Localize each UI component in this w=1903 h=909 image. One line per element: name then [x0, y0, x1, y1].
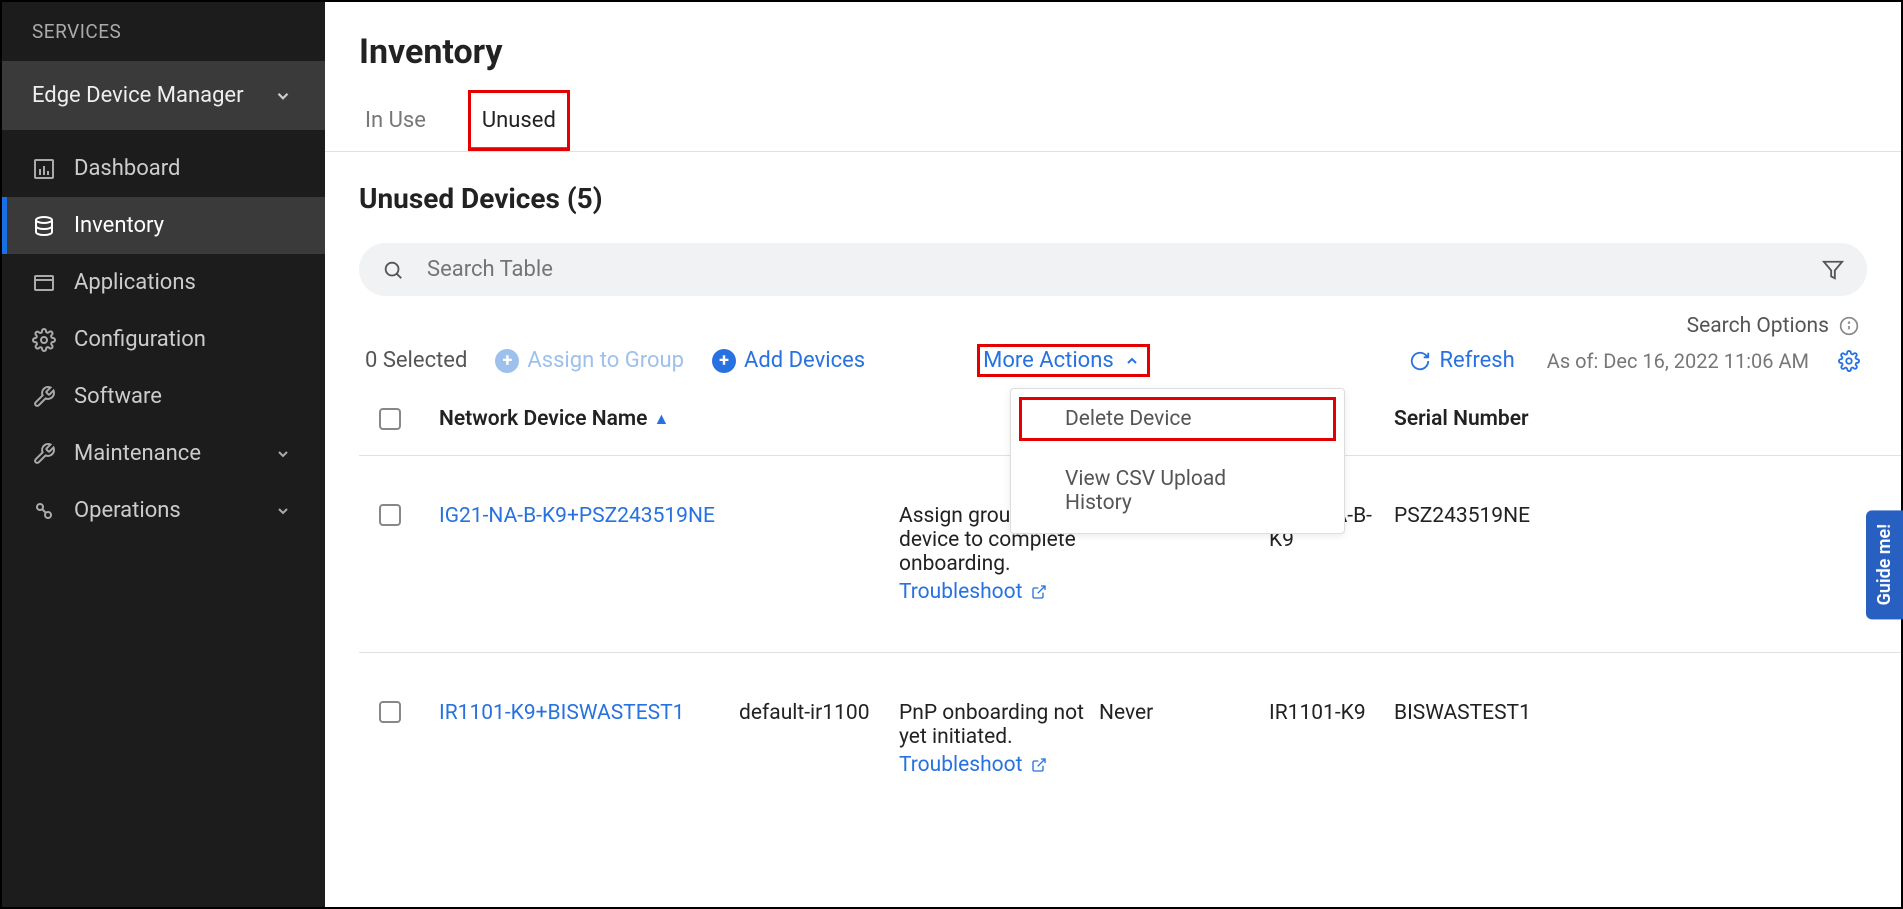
- add-label: Add Devices: [744, 348, 865, 373]
- sidebar-item-dashboard[interactable]: Dashboard: [2, 140, 325, 197]
- sidebar-item-inventory[interactable]: Inventory: [2, 197, 325, 254]
- page-title: Inventory: [325, 2, 1901, 90]
- menu-item-view-csv-history[interactable]: View CSV Upload History: [1011, 449, 1344, 533]
- tab-unused[interactable]: Unused: [468, 90, 570, 151]
- info-icon: [1837, 314, 1861, 338]
- row-checkbox[interactable]: [379, 504, 401, 526]
- applications-icon: [32, 271, 56, 295]
- sidebar-item-label: Applications: [74, 270, 196, 295]
- add-devices-button[interactable]: + Add Devices: [712, 348, 865, 373]
- device-name-link[interactable]: IG21-NA-B-K9+PSZ243519NE: [439, 504, 715, 528]
- external-link-icon: [1027, 753, 1051, 777]
- operations-icon: [32, 499, 56, 523]
- external-link-icon: [1027, 580, 1051, 604]
- table-row: IR1101-K9+BISWASTEST1 default-ir1100 PnP…: [359, 653, 1901, 777]
- service-dropdown-label: Edge Device Manager: [32, 83, 244, 108]
- assign-label: Assign to Group: [527, 348, 684, 373]
- sidebar-item-label: Operations: [74, 498, 181, 523]
- toolbar: 0 Selected + Assign to Group + Add Devic…: [325, 338, 1901, 383]
- more-actions-button[interactable]: More Actions: [981, 348, 1146, 373]
- serial-cell: BISWASTEST1: [1394, 701, 1895, 725]
- refresh-button[interactable]: Refresh: [1408, 348, 1515, 373]
- dashboard-icon: [32, 157, 56, 181]
- select-all-checkbox[interactable]: [379, 408, 401, 430]
- more-actions-menu: Delete Device View CSV Upload History: [1010, 388, 1345, 534]
- more-label: More Actions: [983, 348, 1114, 373]
- chevron-up-icon: [1120, 349, 1144, 373]
- column-header-serial[interactable]: Serial Number: [1394, 407, 1895, 431]
- refresh-icon: [1408, 349, 1432, 373]
- sidebar-item-maintenance[interactable]: Maintenance: [2, 425, 325, 482]
- sidebar: SERVICES Edge Device Manager Dashboard I…: [2, 2, 325, 907]
- services-label: SERVICES: [2, 2, 325, 61]
- serial-cell: PSZ243519NE: [1394, 504, 1895, 528]
- refresh-label: Refresh: [1440, 348, 1515, 373]
- search-input[interactable]: [427, 257, 1821, 282]
- model-cell: IR1101-K9: [1269, 701, 1394, 725]
- sidebar-item-label: Maintenance: [74, 441, 201, 466]
- sidebar-item-label: Configuration: [74, 327, 206, 352]
- configuration-icon: [32, 328, 56, 352]
- device-name-link[interactable]: IR1101-K9+BISWASTEST1: [439, 701, 684, 725]
- config-cell: default-ir1100: [739, 701, 899, 725]
- asof-label: As of: Dec 16, 2022 11:06 AM: [1547, 349, 1809, 373]
- sort-asc-icon: ▲: [653, 409, 669, 429]
- section-heading: Unused Devices (5): [325, 152, 1901, 215]
- column-header-name[interactable]: Network Device Name ▲: [439, 407, 739, 431]
- tabs: In Use Unused: [325, 90, 1901, 152]
- chevron-down-icon: [271, 499, 295, 523]
- onboard-status: PnP onboarding not yet initiated.: [899, 701, 1099, 749]
- lastheard-cell: Never: [1099, 701, 1269, 725]
- search-bar[interactable]: [359, 243, 1867, 296]
- sidebar-item-software[interactable]: Software: [2, 368, 325, 425]
- gear-icon[interactable]: [1837, 349, 1861, 373]
- software-icon: [32, 385, 56, 409]
- plus-icon: +: [495, 349, 519, 373]
- sidebar-item-operations[interactable]: Operations: [2, 482, 325, 539]
- main-content: Inventory In Use Unused Unused Devices (…: [325, 2, 1901, 907]
- sidebar-item-applications[interactable]: Applications: [2, 254, 325, 311]
- filter-icon[interactable]: [1821, 258, 1845, 282]
- tab-in-use[interactable]: In Use: [359, 90, 432, 151]
- service-dropdown[interactable]: Edge Device Manager: [2, 61, 325, 130]
- sidebar-item-label: Inventory: [74, 213, 164, 238]
- search-icon: [381, 258, 405, 282]
- plus-icon: +: [712, 349, 736, 373]
- inventory-icon: [32, 214, 56, 238]
- assign-to-group-button: + Assign to Group: [495, 348, 684, 373]
- selected-count: 0 Selected: [365, 348, 467, 373]
- search-options[interactable]: Search Options: [325, 314, 1861, 338]
- menu-item-delete-device[interactable]: Delete Device: [1011, 389, 1344, 449]
- search-options-label: Search Options: [1687, 314, 1829, 338]
- nav-list: Dashboard Inventory Applications Configu…: [2, 130, 325, 539]
- sidebar-item-label: Dashboard: [74, 156, 180, 181]
- maintenance-icon: [32, 442, 56, 466]
- troubleshoot-link[interactable]: Troubleshoot: [899, 753, 1051, 777]
- chevron-down-icon: [271, 84, 295, 108]
- sidebar-item-configuration[interactable]: Configuration: [2, 311, 325, 368]
- guide-me-tab[interactable]: Guide me!: [1866, 510, 1901, 619]
- sidebar-item-label: Software: [74, 384, 162, 409]
- chevron-down-icon: [271, 442, 295, 466]
- troubleshoot-link[interactable]: Troubleshoot: [899, 580, 1051, 604]
- row-checkbox[interactable]: [379, 701, 401, 723]
